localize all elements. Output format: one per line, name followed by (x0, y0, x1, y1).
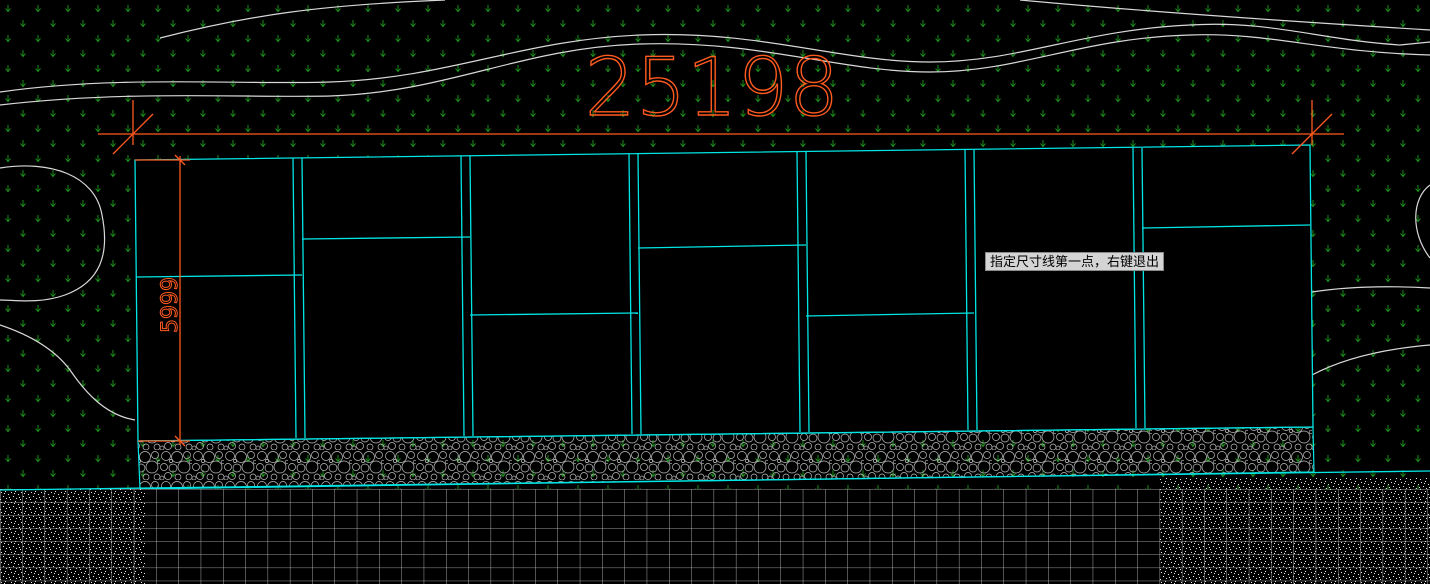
paving-grid-lines (0, 489, 1430, 584)
horizontal-dimension-value[interactable]: 25198 (584, 40, 840, 134)
cad-drawing-viewport[interactable]: 25198 5999 指定尺寸线第一点，右键退出 (0, 0, 1430, 584)
vertical-dimension-value[interactable]: 5999 (158, 277, 184, 334)
cad-canvas[interactable]: 25198 5999 (0, 0, 1430, 584)
command-prompt-tooltip: 指定尺寸线第一点，右键退出 (985, 252, 1165, 271)
